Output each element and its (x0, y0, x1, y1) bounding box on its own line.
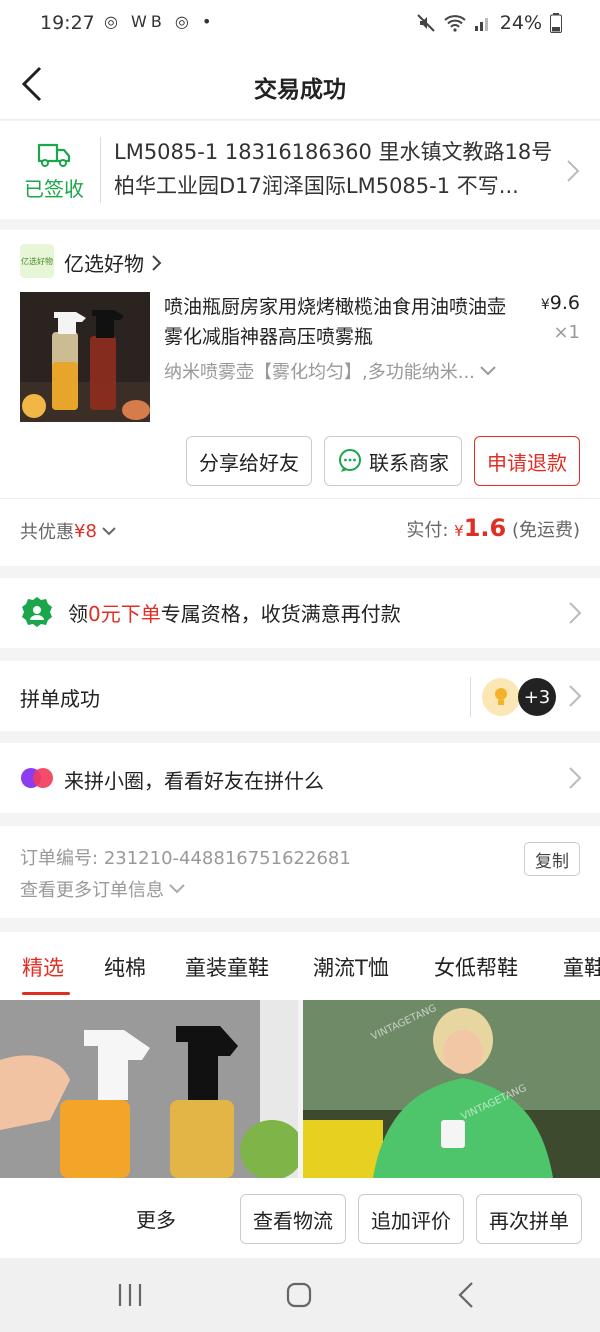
home-icon[interactable] (285, 1281, 313, 1309)
system-nav-bar (0, 1258, 600, 1332)
active-tab-indicator (22, 992, 70, 995)
pin-circle-row[interactable]: 来拼小圈，看看好友在拼什么 (0, 743, 600, 813)
product-quantity: ×1 (553, 322, 580, 343)
truck-icon (37, 143, 71, 167)
wifi-icon (444, 15, 466, 32)
status-time: 19:27 (40, 12, 95, 34)
group-buy-success-row[interactable]: 拼单成功 +3 (0, 661, 600, 731)
status-app-icons: ◎ WB ◎ • (104, 12, 216, 31)
product-image (0, 1000, 298, 1178)
battery-icon (550, 13, 562, 33)
tab-cotton[interactable]: 纯棉 (104, 952, 146, 982)
tab-trend-tshirt[interactable]: 潮流T恤 (313, 952, 389, 982)
store-name-link[interactable]: 亿选好物 (64, 248, 164, 277)
discount-summary[interactable]: 共优惠 ¥8 (20, 518, 117, 544)
recommend-grid: VINTAGETANG VINTAGETANG (0, 1000, 600, 1178)
promo-text: 领0元下单专属资格，收货满意再付款 (68, 602, 401, 626)
order-item-card: 亿选好物 亿选好物 喷油瓶厨房家用烧烤橄榄油食用油喷油壶雾化减脂神器高压喷雾瓶 … (0, 230, 600, 566)
signal-icon (474, 18, 488, 31)
address-text: LM5085-1 18316186360 里水镇文教路18号柏华工业园D17润泽… (114, 140, 553, 198)
discount-amount: ¥8 (74, 520, 97, 542)
bottom-action-bar: 更多 查看物流 追加评价 再次拼单 (0, 1178, 600, 1258)
chevron-down-icon (169, 884, 185, 894)
header: 交易成功 (0, 50, 600, 120)
recent-apps-icon[interactable] (116, 1282, 144, 1308)
delivery-status-label: 已签收 (24, 177, 84, 201)
contact-merchant-button[interactable]: 联系商家 (324, 436, 462, 486)
divider (0, 498, 600, 499)
amount-paid: 实付: ¥1.6 (免运费) (406, 514, 580, 542)
tab-kids-shoes[interactable]: 童鞋 (563, 952, 600, 982)
delivery-status: 已签收 (18, 139, 90, 202)
avatar (482, 678, 520, 716)
product-image: VINTAGETANG VINTAGETANG (303, 1000, 600, 1178)
order-number: 订单编号: 231210-448816751622681 (20, 848, 351, 869)
product-spec-selector[interactable]: 纳米喷雾壶【雾化均匀】,多功能纳米... (164, 358, 514, 384)
store-name: 亿选好物 (64, 252, 144, 276)
group-buy-label: 拼单成功 (20, 687, 100, 711)
chat-icon (339, 449, 361, 472)
chevron-down-icon (102, 527, 116, 536)
chevron-right-icon (152, 254, 162, 271)
product-card[interactable] (0, 1000, 298, 1178)
order-info: 订单编号: 231210-448816751622681 查看更多订单信息 复制 (0, 826, 600, 918)
store-logo[interactable]: 亿选好物 (20, 244, 54, 278)
product-image (20, 292, 150, 422)
reorder-button[interactable]: 再次拼单 (476, 1194, 582, 1244)
request-refund-button[interactable]: 申请退款 (474, 436, 580, 486)
mute-icon (417, 14, 435, 32)
more-order-info-toggle[interactable]: 查看更多订单信息 (20, 876, 186, 902)
divider (100, 137, 101, 203)
product-card[interactable]: VINTAGETANG VINTAGETANG (303, 1000, 600, 1178)
chevron-right-icon (569, 685, 582, 707)
copy-order-number-button[interactable]: 复制 (524, 842, 580, 876)
tab-featured[interactable]: 精选 (22, 952, 64, 982)
product-price: ¥9.6 (540, 292, 580, 314)
chevron-right-icon (567, 160, 580, 182)
share-to-friend-button[interactable]: 分享给好友 (186, 436, 312, 486)
product-thumbnail[interactable] (20, 292, 150, 422)
more-button[interactable]: 更多 (136, 1204, 176, 1233)
more-members-count: +3 (518, 678, 556, 716)
tab-women-low-shoes[interactable]: 女低帮鞋 (434, 952, 518, 982)
chevron-down-icon (480, 366, 496, 376)
recommend-tabs: 精选 纯棉 童装童鞋 潮流T恤 女低帮鞋 童鞋 (0, 932, 600, 1000)
pin-circle-label: 来拼小圈，看看好友在拼什么 (64, 769, 324, 793)
back-icon[interactable] (456, 1281, 476, 1309)
view-logistics-button[interactable]: 查看物流 (240, 1194, 346, 1244)
add-review-button[interactable]: 追加评价 (358, 1194, 464, 1244)
chevron-right-icon (569, 602, 582, 624)
product-title[interactable]: 喷油瓶厨房家用烧烤橄榄油食用油喷油壶雾化减脂神器高压喷雾瓶 (164, 292, 516, 352)
status-bar: 19:27 ◎ WB ◎ • 24% (0, 0, 600, 50)
tab-kids-wear[interactable]: 童装童鞋 (185, 952, 269, 982)
page-title: 交易成功 (254, 77, 346, 103)
zero-yuan-promo-banner[interactable]: 领0元下单专属资格，收货满意再付款 (0, 578, 600, 648)
chevron-right-icon (569, 767, 582, 789)
divider (470, 677, 471, 717)
shipping-address-card[interactable]: 已签收 LM5085-1 18316186360 里水镇文教路18号柏华工业园D… (0, 121, 600, 219)
pin-circle-icon (21, 768, 53, 788)
badge-icon (22, 597, 52, 627)
battery-percent: 24% (499, 12, 542, 34)
lightbulb-icon (495, 688, 507, 705)
product-spec: 纳米喷雾壶【雾化均匀】,多功能纳米... (164, 362, 475, 383)
